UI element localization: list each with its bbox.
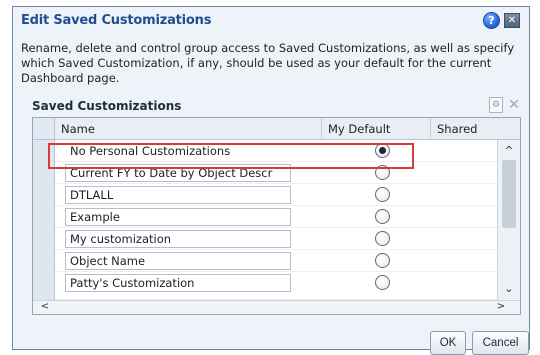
customization-name-field[interactable]: Example	[65, 208, 291, 226]
my-default-radio[interactable]	[375, 187, 390, 202]
edit-access-icon[interactable]: ⚙	[489, 97, 503, 113]
ok-button[interactable]: OK	[430, 331, 466, 355]
vertical-scroll-thumb[interactable]	[502, 160, 516, 228]
table-row[interactable]: Patty's Customization	[55, 272, 497, 300]
my-default-radio[interactable]	[375, 253, 390, 268]
delete-icon[interactable]: ✕	[507, 97, 521, 113]
scroll-right-icon[interactable]: >	[493, 300, 509, 314]
dialog-title: Edit Saved Customizations	[21, 13, 212, 28]
saved-customizations-heading: Saved Customizations	[32, 99, 182, 113]
horizontal-scrollbar[interactable]: < >	[33, 300, 520, 314]
help-icon[interactable]: ?	[483, 12, 500, 29]
scroll-left-icon[interactable]: <	[37, 300, 53, 314]
column-header-my-default[interactable]: My Default	[322, 118, 431, 140]
column-header-name[interactable]: Name	[55, 118, 322, 140]
dialog-titlebar: Edit Saved Customizations ? ✕	[13, 7, 529, 33]
edit-saved-customizations-dialog: Edit Saved Customizations ? ✕ Rename, de…	[12, 6, 530, 355]
table-row[interactable]: Example	[55, 206, 497, 228]
cancel-button[interactable]: Cancel	[472, 331, 529, 355]
scroll-down-icon[interactable]: ⌄	[500, 280, 518, 298]
customization-name-field[interactable]: Patty's Customization	[65, 274, 291, 292]
table-row[interactable]: DTLALL	[55, 184, 497, 206]
table-row[interactable]: My customization	[55, 228, 497, 250]
row-selector-header	[33, 118, 55, 140]
scroll-up-icon[interactable]: ^	[500, 142, 518, 160]
vertical-scrollbar[interactable]: ^ ⌄	[497, 140, 520, 300]
my-default-radio[interactable]	[375, 209, 390, 224]
my-default-radio[interactable]	[375, 275, 390, 290]
dialog-description: Rename, delete and control group access …	[21, 41, 515, 85]
customization-name-field[interactable]: My customization	[65, 230, 291, 248]
customization-name-field[interactable]: Object Name	[65, 252, 291, 270]
customization-name-field[interactable]: DTLALL	[65, 186, 291, 204]
default-row-highlight	[48, 143, 414, 169]
my-default-radio[interactable]	[375, 231, 390, 246]
close-icon[interactable]: ✕	[504, 13, 520, 28]
table-row[interactable]: Object Name	[55, 250, 497, 272]
column-header-shared[interactable]: Shared	[431, 118, 520, 140]
